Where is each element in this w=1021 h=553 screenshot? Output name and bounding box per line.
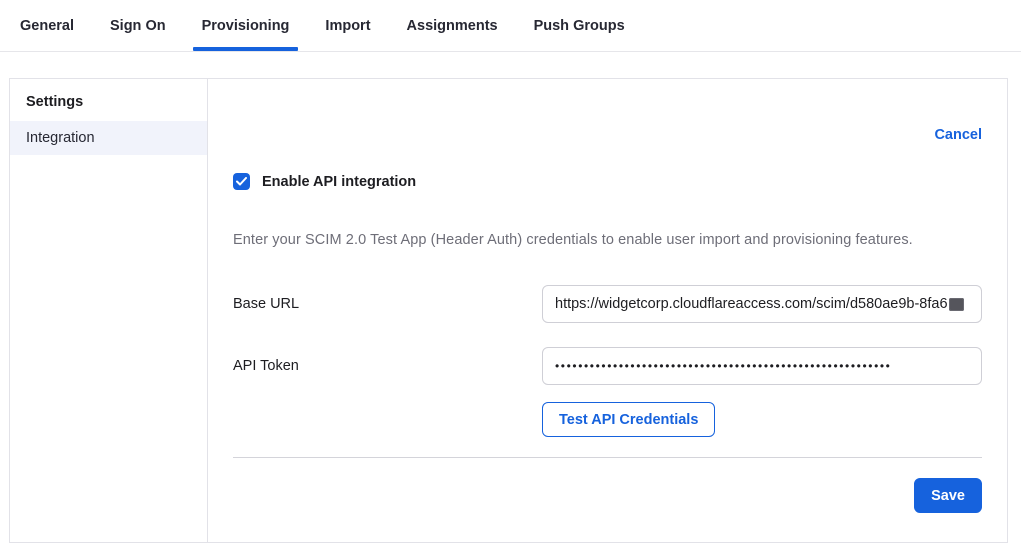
integration-form: Cancel Enable API integration Enter your… [208, 79, 1007, 542]
api-token-value: ••••••••••••••••••••••••••••••••••••••••… [555, 359, 891, 373]
api-token-label: API Token [233, 358, 542, 374]
tab-sign-on[interactable]: Sign On [110, 0, 166, 51]
checkmark-icon [236, 177, 247, 186]
tab-provisioning[interactable]: Provisioning [202, 0, 290, 51]
tab-import[interactable]: Import [325, 0, 370, 51]
tab-assignments[interactable]: Assignments [407, 0, 498, 51]
text-overflow-marker [949, 298, 964, 311]
tab-general[interactable]: General [20, 0, 74, 51]
base-url-value: https://widgetcorp.cloudflareaccess.com/… [555, 296, 948, 312]
cancel-button[interactable]: Cancel [934, 127, 982, 143]
form-divider [233, 457, 982, 458]
enable-api-label: Enable API integration [262, 174, 416, 190]
app-tabbar: General Sign On Provisioning Import Assi… [0, 0, 1021, 52]
test-api-credentials-button[interactable]: Test API Credentials [542, 402, 715, 437]
base-url-input[interactable]: https://widgetcorp.cloudflareaccess.com/… [542, 285, 982, 323]
save-button[interactable]: Save [914, 478, 982, 513]
base-url-label: Base URL [233, 296, 542, 312]
provisioning-panel: Settings Integration Cancel Enable API i… [9, 78, 1008, 543]
enable-api-checkbox[interactable] [233, 173, 250, 190]
sidebar-item-integration[interactable]: Integration [10, 121, 207, 155]
api-token-input[interactable]: ••••••••••••••••••••••••••••••••••••••••… [542, 347, 982, 385]
settings-sidebar: Settings Integration [10, 79, 208, 542]
tab-push-groups[interactable]: Push Groups [534, 0, 625, 51]
credentials-description: Enter your SCIM 2.0 Test App (Header Aut… [233, 232, 982, 248]
sidebar-heading: Settings [10, 79, 207, 121]
